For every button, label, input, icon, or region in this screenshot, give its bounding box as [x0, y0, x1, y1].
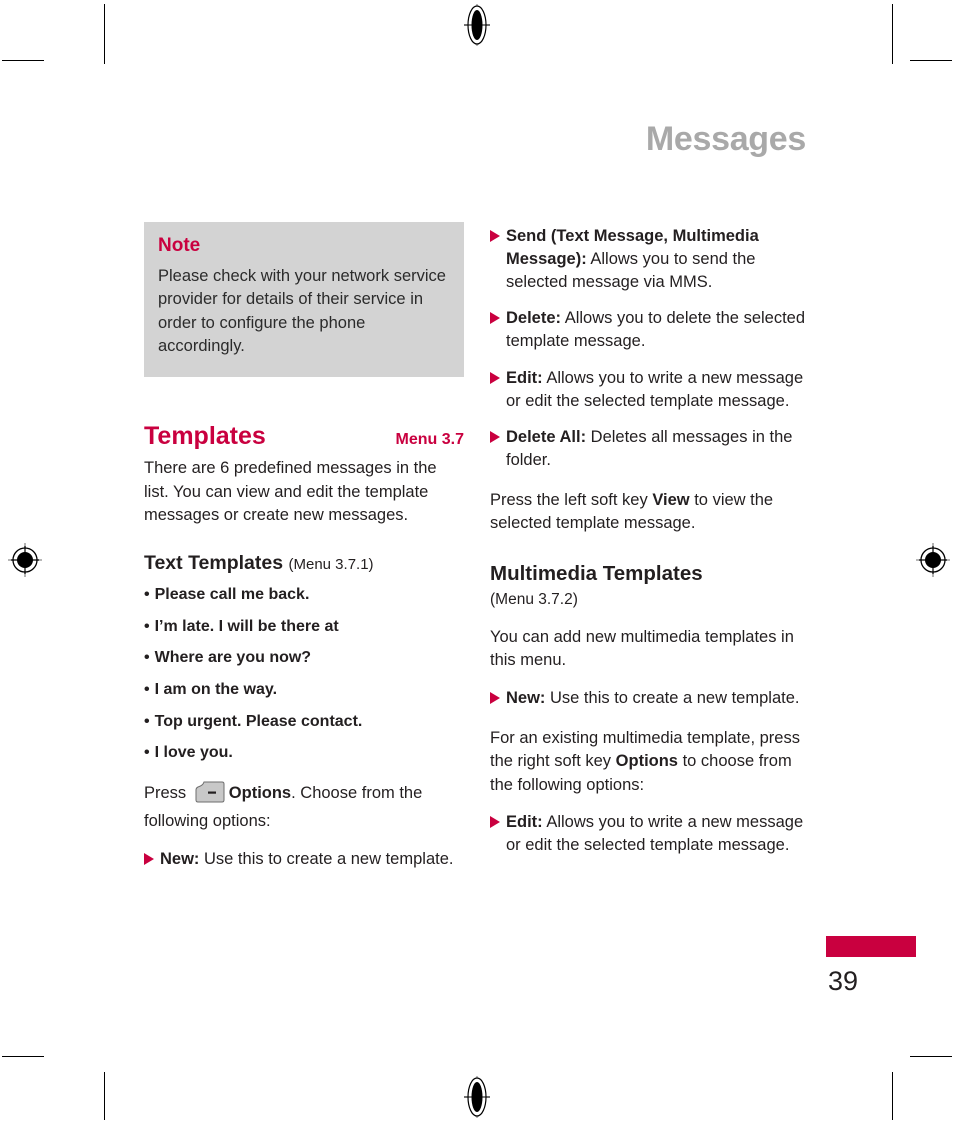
option-item-text: Send (Text Message, Multimedia Message):…	[506, 225, 810, 293]
view-key-label: View	[652, 490, 690, 509]
option-item-text: Edit: Allows you to write a new message …	[506, 367, 810, 413]
option-item: Delete: Allows you to delete the selecte…	[490, 307, 810, 353]
option-label: New:	[506, 688, 546, 707]
option-label: New:	[160, 850, 200, 868]
note-box: Note Please check with your network serv…	[144, 222, 464, 377]
existing-key-label: Options	[615, 752, 678, 771]
triangle-bullet-icon	[490, 687, 506, 710]
multimedia-templates-heading: Multimedia Templates	[490, 562, 703, 586]
option-label: Delete All:	[506, 428, 587, 447]
text-templates-menu-ref: (Menu 3.7.1)	[288, 555, 374, 573]
templates-menu-number: Menu 3.7	[395, 430, 464, 448]
left-column: Note Please check with your network serv…	[144, 222, 464, 871]
right-soft-key-icon	[195, 781, 225, 811]
triangle-bullet-icon	[490, 426, 506, 472]
option-item-text: New: Use this to create a new template.	[506, 687, 810, 710]
page-number: 39	[828, 966, 859, 996]
bullet-dot-icon: •	[144, 744, 150, 762]
multimedia-templates-menu-ref: (Menu 3.7.2)	[490, 590, 578, 608]
view-soft-key-paragraph: Press the left soft key View to view the…	[490, 489, 810, 536]
templates-section-heading: Templates Menu 3.7	[144, 421, 464, 451]
option-label: Edit:	[506, 813, 543, 832]
list-item-label: I am on the way.	[154, 681, 278, 699]
list-item: • Top urgent. Please contact.	[144, 711, 464, 733]
option-item: New: Use this to create a new template.	[490, 687, 810, 710]
triangle-bullet-icon	[490, 307, 506, 353]
text-templates-heading-text: Text Templates	[144, 551, 284, 574]
option-item: New: Use this to create a new template.	[144, 848, 464, 871]
existing-template-paragraph: For an existing multimedia template, pre…	[490, 727, 810, 798]
page-tab-marker	[826, 936, 916, 957]
option-description: Allows you to write a new message or edi…	[506, 368, 804, 410]
multimedia-intro-paragraph: You can add new multimedia templates in …	[490, 627, 794, 670]
list-item: • I’m late. I will be there at	[144, 616, 464, 638]
triangle-bullet-icon	[490, 225, 506, 293]
option-label: Edit:	[506, 368, 543, 387]
option-description: Allows you to write a new message or edi…	[506, 813, 804, 855]
list-item: • Where are you now?	[144, 647, 464, 669]
option-item-text: New: Use this to create a new template.	[160, 848, 464, 871]
option-item-text: Delete: Allows you to delete the selecte…	[506, 307, 810, 353]
triangle-bullet-icon	[490, 367, 506, 413]
right-column: Send (Text Message, Multimedia Message):…	[490, 225, 810, 857]
bullet-dot-icon: •	[144, 649, 150, 667]
text-templates-list: • Please call me back. • I’m late. I wil…	[144, 584, 464, 764]
list-item: • I am on the way.	[144, 679, 464, 701]
triangle-bullet-icon	[490, 811, 506, 857]
option-item-text: Delete All: Deletes all messages in the …	[506, 426, 810, 472]
option-item: Send (Text Message, Multimedia Message):…	[490, 225, 810, 293]
press-prefix-text: Press	[144, 783, 187, 802]
list-item-label: Please call me back.	[154, 586, 310, 604]
templates-intro-paragraph: There are 6 predefined messages in the l…	[144, 459, 437, 525]
bullet-dot-icon: •	[144, 712, 150, 730]
list-item: • I love you.	[144, 742, 464, 764]
templates-heading-text: Templates	[144, 421, 266, 450]
list-item: • Please call me back.	[144, 584, 464, 606]
option-description: Use this to create a new template.	[545, 688, 800, 707]
page-title: Messages	[645, 120, 806, 158]
list-item-label: I love you.	[154, 744, 233, 762]
list-item-label: Where are you now?	[154, 649, 312, 667]
option-item: Edit: Allows you to write a new message …	[490, 367, 810, 413]
bullet-dot-icon: •	[144, 681, 150, 699]
note-body: Please check with your network service p…	[158, 266, 446, 356]
list-item-label: I’m late. I will be there at	[154, 617, 339, 635]
manual-page: Messages Note Please check with your net…	[0, 0, 954, 1121]
triangle-bullet-icon	[144, 848, 160, 871]
bullet-dot-icon: •	[144, 586, 150, 604]
option-item: Edit: Allows you to write a new message …	[490, 811, 810, 857]
text-templates-heading: Text Templates (Menu 3.7.1)	[144, 552, 464, 575]
option-label: Delete:	[506, 309, 562, 328]
option-description: Use this to create a new template.	[199, 850, 454, 868]
option-item: Delete All: Deletes all messages in the …	[490, 426, 810, 472]
option-item-text: Edit: Allows you to write a new message …	[506, 811, 810, 857]
note-title: Note	[158, 235, 201, 256]
bullet-dot-icon: •	[144, 617, 150, 635]
list-item-label: Top urgent. Please contact.	[154, 712, 363, 730]
press-options-paragraph: Press Options. Choose from the following…	[144, 781, 464, 834]
press-key-label: Options	[228, 783, 292, 802]
view-para-prefix: Press the left soft key	[490, 490, 653, 509]
